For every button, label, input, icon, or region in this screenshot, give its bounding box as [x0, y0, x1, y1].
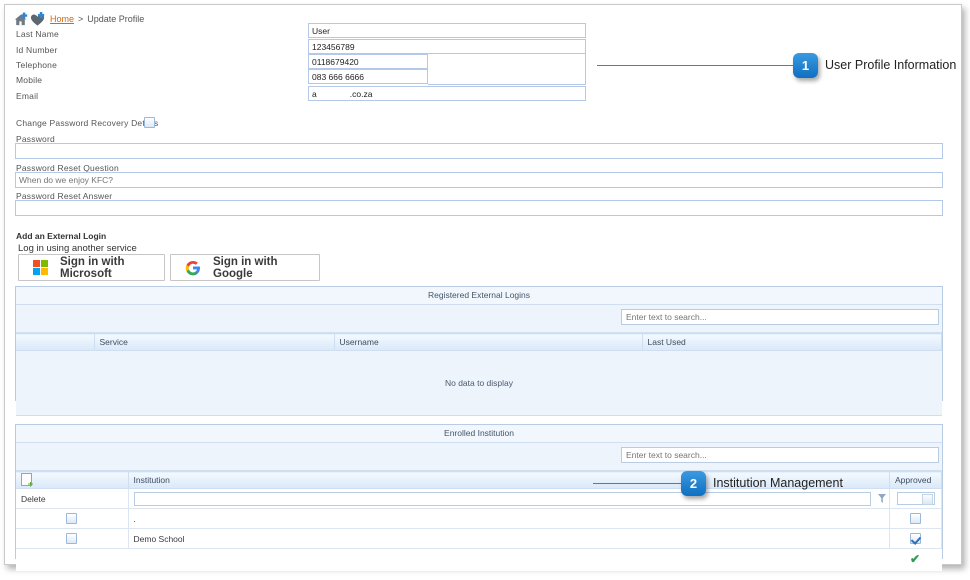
- delete-label: Delete: [16, 488, 129, 509]
- enrolled-institution-title: Enrolled Institution: [16, 425, 942, 443]
- label-id-number: Id Number: [16, 45, 58, 55]
- sign-in-with-microsoft-button[interactable]: Sign in with Microsoft: [18, 254, 165, 281]
- label-mobile: Mobile: [16, 75, 43, 85]
- label-change-password-recovery: Change Password Recovery Details: [16, 118, 159, 128]
- annotation-badge-2: 2: [681, 471, 706, 496]
- annotation-leader-line-2: [593, 483, 681, 484]
- google-logo-icon: [185, 260, 201, 276]
- sign-in-with-microsoft-label: Sign in with Microsoft: [60, 255, 125, 280]
- table-row[interactable]: .: [16, 508, 942, 529]
- institution-filter-cell: [128, 488, 890, 509]
- col-header-blank[interactable]: [16, 333, 95, 351]
- external-login-subtitle: Log in using another service: [18, 243, 137, 254]
- registered-logins-table: Service Username Last Used: [16, 333, 942, 351]
- row-delete-cell: [16, 508, 129, 529]
- sign-in-with-google-label: Sign in with Google: [213, 255, 278, 280]
- col-header-select[interactable]: [16, 471, 129, 489]
- approved-filter-cell: [889, 488, 942, 509]
- registered-logins-searchbar: [16, 305, 942, 333]
- col-header-approved[interactable]: Approved: [889, 471, 942, 489]
- col-header-last-used[interactable]: Last Used: [642, 333, 942, 351]
- registered-logins-title: Registered External Logins: [16, 287, 942, 305]
- row-institution-name: .: [128, 508, 890, 529]
- breadcrumb-home-link[interactable]: Home: [50, 14, 74, 24]
- row-delete-cell: [16, 528, 129, 549]
- row-approved-checkbox[interactable]: [910, 513, 921, 525]
- row-approved-cell: [889, 528, 942, 549]
- row-approved-checkbox[interactable]: [910, 533, 921, 545]
- password-reset-answer-input[interactable]: [15, 200, 943, 216]
- new-row-icon[interactable]: [21, 472, 32, 486]
- breadcrumb-separator: >: [78, 14, 84, 24]
- annotation-label-1: User Profile Information: [825, 58, 957, 72]
- enrolled-institution-search-input[interactable]: [621, 447, 939, 463]
- last-name-input[interactable]: [308, 23, 586, 38]
- microsoft-logo-icon: [33, 260, 48, 275]
- enrolled-institution-grid: Enrolled Institution Institution Approve…: [15, 424, 943, 571]
- registered-logins-search-input[interactable]: [621, 309, 939, 325]
- telephone-extra-panel: [428, 53, 586, 85]
- row-delete-checkbox[interactable]: [66, 533, 78, 545]
- breadcrumb: Home > Update Profile: [13, 10, 144, 28]
- table-header-row: Service Username Last Used: [16, 333, 942, 351]
- enrolled-institution-searchbar: [16, 443, 942, 471]
- green-check-icon[interactable]: ✔: [910, 553, 920, 565]
- approved-filter-select[interactable]: [896, 492, 935, 505]
- telephone-input[interactable]: [308, 54, 428, 69]
- email-input[interactable]: [308, 86, 586, 101]
- password-reset-question-input[interactable]: [15, 172, 943, 188]
- annotation-badge-1: 1: [793, 53, 818, 78]
- row-institution-name: Demo School: [128, 528, 890, 549]
- row-delete-checkbox[interactable]: [66, 513, 78, 525]
- funnel-icon[interactable]: [878, 494, 886, 503]
- heart-add-icon[interactable]: [30, 11, 47, 27]
- annotation-label-2: Institution Management: [713, 476, 843, 490]
- id-number-input[interactable]: [308, 39, 586, 54]
- change-password-recovery-checkbox[interactable]: [144, 117, 155, 128]
- page-container: Home > Update Profile Last Name Id Numbe…: [4, 4, 962, 571]
- label-last-name: Last Name: [16, 29, 59, 39]
- grid-footer: ✔: [16, 549, 942, 571]
- annotation-leader-line-1: [597, 65, 793, 66]
- sign-in-with-google-button[interactable]: Sign in with Google: [170, 254, 320, 281]
- breadcrumb-current: Update Profile: [87, 14, 145, 24]
- row-approved-cell: [889, 508, 942, 529]
- mobile-input[interactable]: [308, 69, 428, 84]
- institution-filter-input[interactable]: [133, 491, 871, 506]
- table-row[interactable]: Demo School: [16, 528, 942, 549]
- external-login-title: Add an External Login: [16, 231, 107, 241]
- label-email: Email: [16, 91, 39, 101]
- col-header-username[interactable]: Username: [334, 333, 643, 351]
- screenshot-root: Home > Update Profile Last Name Id Numbe…: [0, 0, 970, 580]
- col-header-service[interactable]: Service: [94, 333, 335, 351]
- home-add-icon[interactable]: [13, 11, 30, 27]
- label-telephone: Telephone: [16, 60, 58, 70]
- registered-external-logins-grid: Registered External Logins Service Usern…: [15, 286, 943, 416]
- password-input[interactable]: [15, 143, 943, 159]
- filter-row: Delete: [16, 488, 942, 509]
- registered-logins-empty-message: No data to display: [16, 351, 942, 416]
